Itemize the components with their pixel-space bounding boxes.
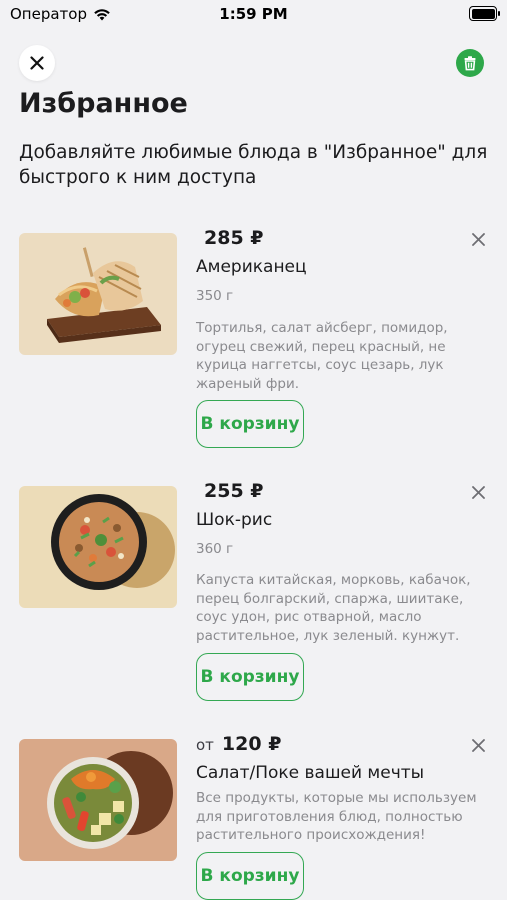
dish-image-wrap[interactable] [19, 739, 177, 861]
dish-image [47, 247, 161, 343]
item-description: Все продукты, которые мы используем для … [196, 790, 477, 843]
close-icon [471, 232, 485, 246]
dish-image [51, 494, 175, 590]
item-weight: 350 г [196, 288, 234, 304]
trash-icon [464, 56, 476, 71]
remove-favorite-button[interactable] [468, 482, 488, 502]
status-bar: Оператор 1:59 PM [0, 0, 507, 30]
close-icon [30, 56, 44, 70]
add-to-cart-button[interactable]: В корзину [196, 653, 304, 701]
price-value: 255 ₽ [204, 480, 264, 502]
item-price: 285 ₽ [196, 227, 264, 249]
dish-image-wrap[interactable] [19, 233, 177, 355]
item-description: Тортилья, салат айсберг, помидор, огурец… [196, 320, 448, 392]
page-title: Избранное [19, 88, 188, 119]
item-name[interactable]: Американец [196, 257, 307, 277]
clear-favorites-button[interactable] [456, 49, 484, 77]
battery-icon [469, 6, 500, 21]
remove-favorite-button[interactable] [468, 735, 488, 755]
add-to-cart-button[interactable]: В корзину [196, 852, 304, 900]
page-subtitle: Добавляйте любимые блюда в "Избранное" д… [19, 142, 488, 188]
dish-image [47, 751, 173, 849]
close-button[interactable] [19, 45, 55, 81]
item-name[interactable]: Салат/Поке вашей мечты [196, 763, 424, 783]
item-price: от 120 ₽ [196, 733, 281, 755]
add-to-cart-button[interactable]: В корзину [196, 400, 304, 448]
item-weight: 360 г [196, 541, 234, 557]
close-icon [471, 738, 485, 752]
item-description: Капуста китайская, морковь, кабачок, пер… [196, 572, 471, 644]
item-name[interactable]: Шок-рис [196, 510, 272, 530]
item-price: 255 ₽ [196, 480, 264, 502]
price-prefix: от [196, 736, 214, 754]
price-value: 285 ₽ [204, 227, 264, 249]
remove-favorite-button[interactable] [468, 229, 488, 249]
clock: 1:59 PM [219, 5, 288, 23]
dish-image-wrap[interactable] [19, 486, 177, 608]
price-value: 120 ₽ [221, 733, 282, 755]
close-icon [471, 485, 485, 499]
